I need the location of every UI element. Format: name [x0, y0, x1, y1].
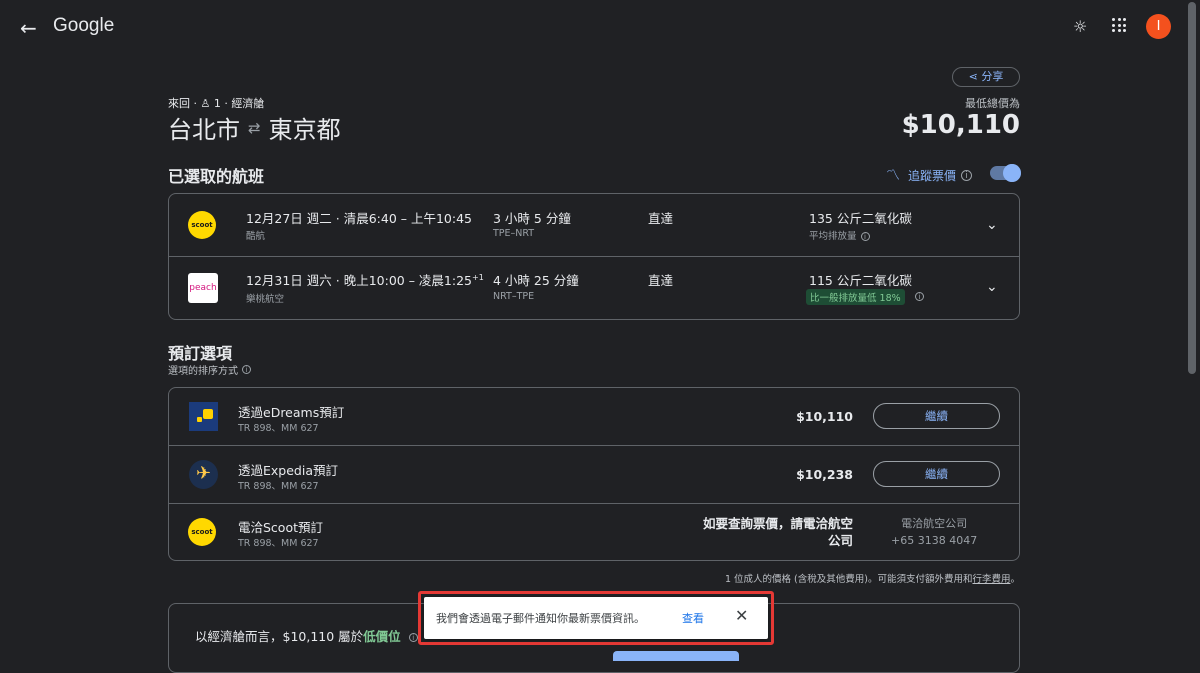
scoot-logo: scoot [188, 211, 216, 239]
route-title: 台北市 ⇄ 東京都 [168, 110, 341, 145]
plus-days: +1 [472, 272, 484, 282]
contact-note-line2: 公司 [827, 533, 853, 548]
trip-type: 來回 [168, 97, 190, 110]
booking-option-flights: TR 898、MM 627 [238, 481, 319, 492]
selected-flights-title: 已選取的航班 [168, 167, 265, 186]
info-icon[interactable]: i [242, 365, 251, 374]
info-icon[interactable]: i [860, 232, 870, 241]
flight-duration: 3 小時 5 分鐘 [493, 211, 571, 226]
booking-option-name: 電洽Scoot預訂 [238, 520, 324, 535]
emissions-note-label: 平均排放量 [809, 231, 857, 242]
booking-option-name: 透過eDreams預訂 [238, 405, 345, 420]
notification-toast: 我們會透過電子郵件通知你最新票價資訊。 查看 ✕ [424, 597, 768, 639]
price-level: 低價位 [363, 629, 401, 644]
trip-meta: 來回 · ♙ 1 · 經濟艙 [168, 97, 265, 110]
info-icon[interactable]: i [915, 292, 924, 301]
booking-option-price: $10,110 [796, 409, 853, 424]
booking-option-expedia: ✈ 透過Expedia預訂 TR 898、MM 627 $10,238 繼續 [169, 446, 1019, 504]
booking-option-flights: TR 898、MM 627 [238, 423, 319, 434]
booking-options-card: 透過eDreams預訂 TR 898、MM 627 $10,110 繼續 ✈ 透… [168, 387, 1020, 561]
chevron-down-icon[interactable]: ⌄ [986, 279, 998, 295]
booking-option-edreams: 透過eDreams預訂 TR 898、MM 627 $10,110 繼續 [169, 388, 1019, 446]
scrollbar-thumb[interactable] [1188, 2, 1196, 374]
flight-route: NRT–TPE [493, 291, 535, 302]
booking-option-name: 透過Expedia預訂 [238, 463, 338, 478]
selected-flights-card: scoot 12月27日 週二 · 清晨6:40 – 上午10:45 酷航 3 … [168, 193, 1020, 320]
chevron-down-icon[interactable]: ⌄ [986, 217, 998, 233]
flight-emissions: 135 公斤二氧化碳 [809, 211, 912, 226]
booking-option-scoot: scoot 電洽Scoot預訂 TR 898、MM 627 如要查詢票價，請電洽… [169, 504, 1019, 560]
flight-datetime: 12月31日 週六 · 晚上10:00 – 凌晨1:25+1 [246, 270, 484, 289]
trend-chart-icon: 〽 [886, 168, 900, 184]
flight-duration: 4 小時 25 分鐘 [493, 273, 579, 288]
flight-datetime: 12月27日 週二 · 清晨6:40 – 上午10:45 [246, 211, 472, 226]
origin-city: 台北市 [168, 116, 240, 144]
edreams-logo [189, 402, 218, 431]
back-arrow-icon[interactable]: ← [20, 16, 37, 40]
destination-city: 東京都 [268, 116, 341, 144]
flight-row-outbound[interactable]: scoot 12月27日 週二 · 清晨6:40 – 上午10:45 酷航 3 … [169, 194, 1019, 257]
toggle-knob [1003, 164, 1021, 182]
share-icon: ⋖ [968, 70, 982, 83]
price-footnote: 1 位成人的價格 (含稅及其他費用)。可能須支付額外費用和行李費用。 [725, 571, 1020, 585]
track-prices: 〽 追蹤票價 i [886, 165, 973, 185]
theme-sun-icon[interactable]: ☼ [1073, 17, 1087, 36]
avatar[interactable]: I [1146, 14, 1171, 39]
track-prices-label: 追蹤票價 [908, 168, 957, 183]
baggage-fees-link[interactable]: 行李費用 [972, 574, 1010, 585]
contact-label: 電洽航空公司 [901, 517, 968, 530]
share-label: 分享 [981, 70, 1004, 83]
phone-number[interactable]: +65 3138 4047 [891, 532, 977, 549]
continue-button[interactable]: 繼續 [873, 461, 1000, 487]
footnote-text: 1 位成人的價格 (含稅及其他費用)。可能須支付額外費用和 [724, 574, 973, 585]
footnote-suffix: 。 [1010, 574, 1020, 585]
expedia-plane-icon: ✈ [189, 460, 218, 489]
share-button[interactable]: ⋖ 分享 [952, 67, 1020, 87]
scoot-logo: scoot [188, 518, 216, 546]
contact-note-line1: 如要查詢票價，請電洽航空 [702, 516, 853, 531]
flight-datetime-text: 12月31日 週六 · 晚上10:00 – 凌晨1:25 [246, 273, 472, 288]
swap-arrows-icon: ⇄ [248, 118, 261, 137]
contact-airline-note: 如要查詢票價，請電洽航空 公司 [653, 515, 853, 549]
emissions-note: 平均排放量 i [809, 228, 870, 242]
emissions-badge: 比一般排放量低 18% [806, 289, 905, 305]
booking-options-title: 預訂選項 [168, 344, 233, 363]
info-icon[interactable]: i [408, 633, 418, 642]
cabin-class: 經濟艙 [231, 97, 265, 110]
primary-button-partial[interactable] [613, 651, 739, 661]
flight-stops: 直達 [648, 211, 674, 226]
flight-route: TPE–NRT [493, 228, 535, 239]
booking-option-price: $10,238 [796, 467, 853, 482]
price-insight-prefix: 以經濟艙而言，$10,110 屬於 [195, 629, 364, 644]
flight-row-return[interactable]: peach 12月31日 週六 · 晚上10:00 – 凌晨1:25+1 樂桃航… [169, 257, 1019, 320]
sort-label: 選項的排序方式 [168, 366, 238, 377]
booking-option-flights: TR 898、MM 627 [238, 538, 319, 549]
continue-button[interactable]: 繼續 [873, 403, 1000, 429]
flight-stops: 直達 [648, 273, 674, 288]
airline-name: 酷航 [246, 231, 266, 242]
price-insight-text: 以經濟艙而言，$10,110 屬於低價位 i [195, 626, 418, 645]
contact-info: 電洽航空公司 +65 3138 4047 [891, 515, 977, 549]
top-bar: ← Google ☼ I [0, 0, 1186, 56]
info-icon[interactable]: i [961, 169, 973, 181]
passenger-count: 1 [213, 97, 221, 110]
person-icon: ♙ [200, 97, 211, 110]
airline-name: 樂桃航空 [246, 294, 285, 305]
sort-options[interactable]: 選項的排序方式 i [168, 362, 251, 377]
google-logo[interactable]: Google [53, 15, 114, 37]
lowest-price-label: 最低總價為 [965, 97, 1020, 110]
toast-view-button[interactable]: 查看 [682, 610, 704, 626]
apps-grid-icon[interactable] [1112, 18, 1126, 32]
flight-emissions: 115 公斤二氧化碳 [809, 273, 912, 288]
peach-logo: peach [188, 273, 218, 303]
close-icon[interactable]: ✕ [735, 606, 748, 625]
toast-message: 我們會透過電子郵件通知你最新票價資訊。 [436, 612, 645, 625]
lowest-price: $10,110 [901, 110, 1020, 140]
